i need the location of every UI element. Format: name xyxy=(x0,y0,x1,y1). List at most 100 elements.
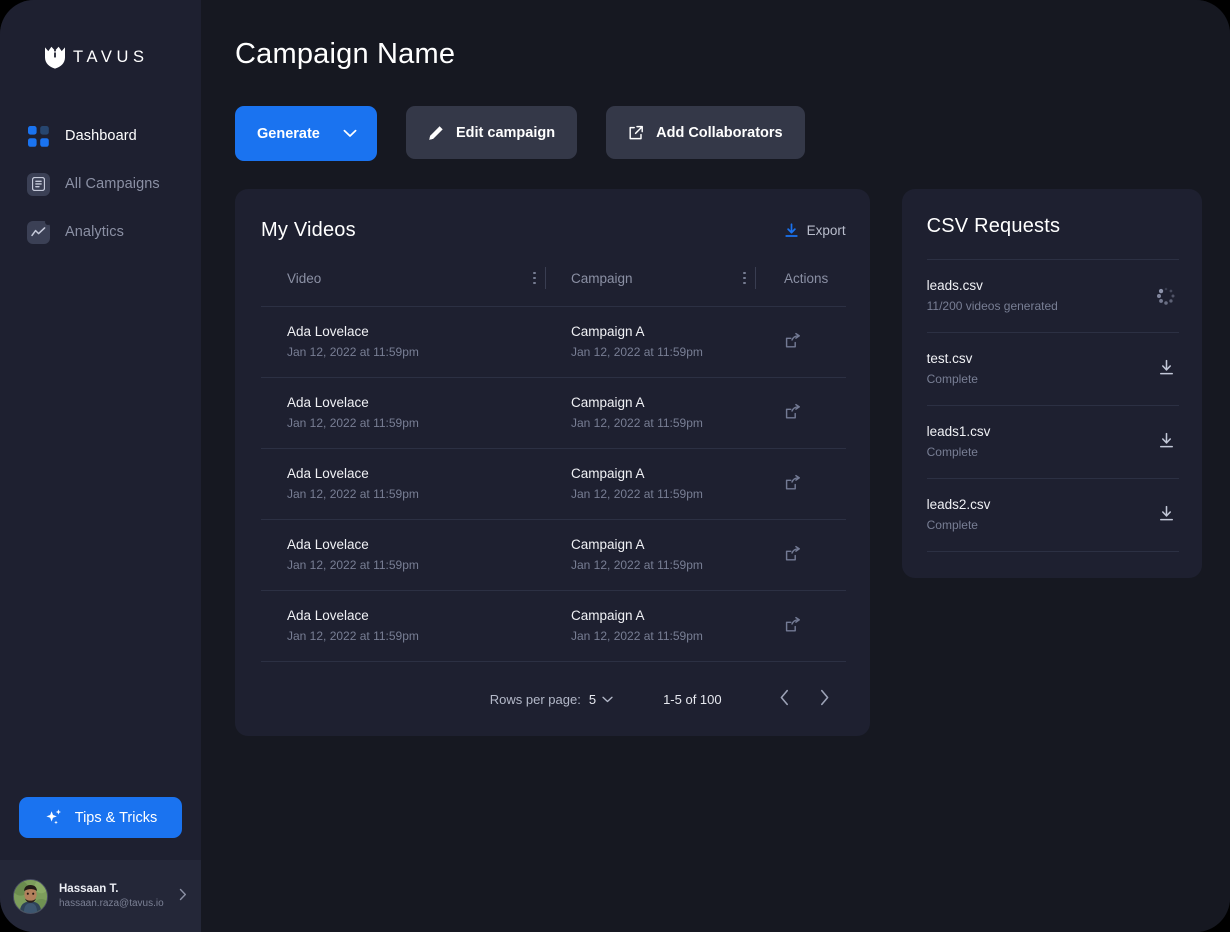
add-collaborators-label: Add Collaborators xyxy=(656,124,783,141)
pencil-icon xyxy=(428,125,444,141)
list-item[interactable]: leads2.csv Complete xyxy=(926,479,1179,552)
kebab-menu-icon[interactable] xyxy=(743,271,746,285)
campaign-date: Jan 12, 2022 at 11:59pm xyxy=(571,487,703,501)
campaign-name: Campaign A xyxy=(571,608,645,623)
video-name: Ada Lovelace xyxy=(287,395,369,410)
content-row: My Videos Export Video Campaign Actions … xyxy=(235,189,1202,736)
sidebar-item-analytics[interactable]: Analytics xyxy=(0,208,201,256)
cell-campaign: Campaign A Jan 12, 2022 at 11:59pm xyxy=(555,590,743,662)
external-link-icon xyxy=(628,125,644,141)
export-button[interactable]: Export xyxy=(784,223,846,238)
column-divider-video xyxy=(533,267,555,307)
chevron-right-icon xyxy=(819,689,830,709)
campaign-name: Campaign A xyxy=(571,537,645,552)
column-header-video[interactable]: Video xyxy=(261,267,533,307)
tips-and-tricks-label: Tips & Tricks xyxy=(74,809,158,826)
avatar xyxy=(13,878,48,914)
sidebar-item-label: All Campaigns xyxy=(65,176,160,192)
user-info: Hassaan T. hassaan.raza@tavus.io xyxy=(59,881,168,911)
table-row[interactable]: Ada Lovelace Jan 12, 2022 at 11:59pm Campa… xyxy=(261,448,846,520)
cell-spacer xyxy=(743,377,765,449)
campaign-name: Campaign A xyxy=(571,324,645,339)
kebab-menu-icon[interactable] xyxy=(533,271,536,285)
edit-campaign-button[interactable]: Edit campaign xyxy=(406,106,578,159)
cell-spacer xyxy=(533,377,555,449)
chevron-left-icon xyxy=(779,689,790,709)
brand-logo[interactable]: TAVUS xyxy=(0,0,201,76)
sidebar-item-all-campaigns[interactable]: All Campaigns xyxy=(0,160,201,208)
share-button[interactable] xyxy=(784,616,802,637)
campaign-name: Campaign A xyxy=(571,395,645,410)
csv-item-info: test.csv Complete xyxy=(927,349,978,389)
export-label: Export xyxy=(806,222,846,238)
campaign-date: Jan 12, 2022 at 11:59pm xyxy=(571,345,703,359)
share-icon xyxy=(784,545,802,566)
spinner-icon xyxy=(1156,286,1176,306)
list-item[interactable]: test.csv Complete xyxy=(926,333,1179,406)
csv-requests-list: leads.csv 11/200 videos generated test.csv… xyxy=(926,260,1179,552)
user-email: hassaan.raza@tavus.io xyxy=(59,898,164,909)
share-icon xyxy=(784,616,802,637)
list-item[interactable]: leads.csv 11/200 videos generated xyxy=(926,260,1179,333)
table-row[interactable]: Ada Lovelace Jan 12, 2022 at 11:59pm Campa… xyxy=(261,306,846,378)
pagination-range: 1-5 of 100 xyxy=(663,691,722,707)
share-button[interactable] xyxy=(784,474,802,495)
share-icon xyxy=(784,474,802,495)
campaign-date: Jan 12, 2022 at 11:59pm xyxy=(571,416,703,430)
video-name: Ada Lovelace xyxy=(287,537,369,552)
sidebar-item-dashboard[interactable]: Dashboard xyxy=(0,112,201,160)
app-window: TAVUS Dashboard All Campaigns Analytics … xyxy=(0,0,1230,932)
csv-file-name: leads.csv xyxy=(926,278,983,293)
user-profile-row[interactable]: Hassaan T. hassaan.raza@tavus.io xyxy=(0,860,201,932)
cell-actions xyxy=(765,519,846,591)
csv-item-info: leads.csv 11/200 videos generated xyxy=(927,276,1058,316)
download-icon xyxy=(1158,505,1175,525)
video-name: Ada Lovelace xyxy=(287,324,369,339)
cell-spacer xyxy=(533,590,555,662)
list-item[interactable]: leads1.csv Complete xyxy=(926,406,1179,479)
chevron-down-icon xyxy=(343,127,357,141)
table-row[interactable]: Ada Lovelace Jan 12, 2022 at 11:59pm Campa… xyxy=(261,519,846,591)
column-header-campaign[interactable]: Campaign xyxy=(555,267,743,307)
video-date: Jan 12, 2022 at 11:59pm xyxy=(287,558,419,572)
download-button[interactable] xyxy=(1155,431,1177,453)
csv-item-info: leads2.csv Complete xyxy=(927,495,991,535)
campaign-name: Campaign A xyxy=(571,466,645,481)
rows-per-page-select[interactable]: 5 xyxy=(589,692,613,707)
sidebar: TAVUS Dashboard All Campaigns Analytics … xyxy=(0,0,201,932)
tips-and-tricks-button[interactable]: Tips & Tricks xyxy=(19,797,182,838)
action-buttons-bar: Generate Edit campaign Add Collaborators xyxy=(235,106,1202,161)
download-button[interactable] xyxy=(1155,504,1177,526)
csv-file-status: Complete xyxy=(926,372,978,386)
share-button[interactable] xyxy=(784,545,802,566)
my-videos-title: My Videos xyxy=(261,218,356,241)
table-row[interactable]: Ada Lovelace Jan 12, 2022 at 11:59pm Campa… xyxy=(261,377,846,449)
cell-campaign: Campaign A Jan 12, 2022 at 11:59pm xyxy=(555,519,743,591)
sidebar-item-label: Analytics xyxy=(65,224,124,240)
download-button[interactable] xyxy=(1155,358,1177,380)
rows-per-page-value: 5 xyxy=(588,691,597,707)
pagination-next-button[interactable] xyxy=(810,684,840,714)
add-collaborators-button[interactable]: Add Collaborators xyxy=(606,106,805,159)
generate-label: Generate xyxy=(257,125,320,142)
pagination-bar: Rows per page: 5 1-5 of 100 xyxy=(261,684,846,714)
generate-button[interactable]: Generate xyxy=(235,106,377,161)
cell-campaign: Campaign A Jan 12, 2022 at 11:59pm xyxy=(555,306,743,378)
table-header-row: Video Campaign Actions xyxy=(261,267,846,307)
videos-table-head: Video Campaign Actions xyxy=(261,267,846,307)
chevron-right-icon[interactable] xyxy=(179,888,187,904)
cell-spacer xyxy=(743,519,765,591)
cell-spacer xyxy=(743,306,765,378)
share-button[interactable] xyxy=(784,332,802,353)
video-date: Jan 12, 2022 at 11:59pm xyxy=(287,345,419,359)
csv-file-name: test.csv xyxy=(926,351,973,366)
cell-spacer xyxy=(743,590,765,662)
pagination-prev-button[interactable] xyxy=(770,684,800,714)
campaign-date: Jan 12, 2022 at 11:59pm xyxy=(571,629,703,643)
grid-squares-icon xyxy=(26,124,50,148)
cell-video: Ada Lovelace Jan 12, 2022 at 11:59pm xyxy=(261,377,533,449)
sparkles-icon xyxy=(44,808,64,828)
table-row[interactable]: Ada Lovelace Jan 12, 2022 at 11:59pm Campa… xyxy=(261,590,846,662)
share-button[interactable] xyxy=(784,403,802,424)
